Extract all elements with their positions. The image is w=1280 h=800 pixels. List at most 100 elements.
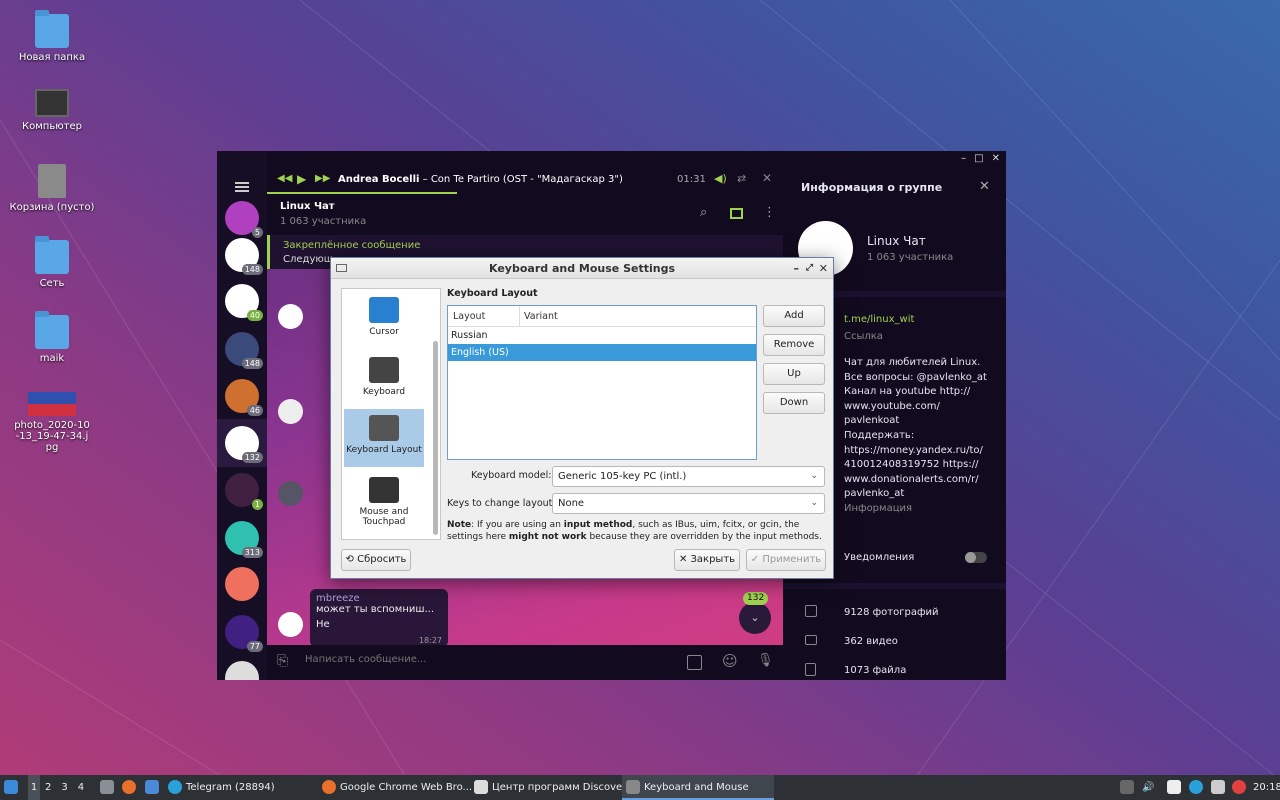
emoji-icon[interactable]: ☺ <box>722 652 738 670</box>
close-icon[interactable]: ✕ <box>819 258 828 279</box>
task-telegram[interactable]: Telegram (28894) <box>168 775 275 800</box>
chat-avatar[interactable]: 40 <box>225 284 263 321</box>
chat-avatar[interactable]: 148 <box>225 238 263 275</box>
keyboard-model-select[interactable]: Generic 105-key PC (intl.) ⌄ <box>552 466 825 487</box>
task-keyboard-settings[interactable]: Keyboard and Mouse Sett... <box>622 775 774 800</box>
commands-icon[interactable] <box>687 655 702 670</box>
close-icon[interactable]: ✕ <box>992 153 1000 164</box>
workspace-3[interactable]: 3 <box>61 782 67 793</box>
task-label: Telegram (28894) <box>186 782 275 793</box>
up-button[interactable]: Up <box>763 363 825 385</box>
media-files[interactable]: 1073 файла <box>844 665 906 676</box>
reset-label: Сбросить <box>357 554 407 565</box>
search-icon[interactable]: ⌕ <box>700 205 707 220</box>
column-header-layout[interactable]: Layout <box>453 306 485 327</box>
minimize-icon[interactable]: – <box>961 153 966 164</box>
tray-telegram-icon[interactable] <box>1189 775 1207 800</box>
user-avatar[interactable] <box>278 481 303 506</box>
message-time: 18:27 <box>418 636 442 645</box>
chat-avatar[interactable]: 148 <box>225 332 263 369</box>
desktop-icon-photo[interactable]: photo_2020-10-13_19-47-34.jpg <box>8 392 96 453</box>
description-line: Канал на youtube http:// <box>844 386 971 398</box>
chat-avatar[interactable]: 5 <box>225 201 263 238</box>
tray-notes-icon[interactable] <box>1167 775 1185 800</box>
chat-avatar[interactable]: 313 <box>225 521 263 558</box>
divider <box>783 583 1006 589</box>
description-label: Информация <box>844 503 913 514</box>
apply-button[interactable]: ✓ Применить <box>746 549 826 571</box>
tray-display-icon[interactable] <box>1211 775 1229 800</box>
reset-button[interactable]: ⟲ Сбросить <box>341 549 411 571</box>
add-button[interactable]: Add <box>763 305 825 327</box>
workspace-2[interactable]: 2 <box>45 782 51 793</box>
window-menu-icon[interactable] <box>336 264 347 272</box>
desktop-icon-home[interactable]: maik <box>8 311 96 364</box>
chat-avatar[interactable]: 77 <box>225 615 263 652</box>
media-photos[interactable]: 9128 фотографий <box>844 607 939 618</box>
message-bubble[interactable]: mbreeze может ты вспомниш... Не 18:27 <box>310 589 448 647</box>
tray-volume-icon[interactable]: 🔊 <box>1142 775 1154 800</box>
message-input[interactable] <box>305 654 635 665</box>
table-row[interactable]: Russian <box>448 327 756 344</box>
close-info-icon[interactable]: ✕ <box>979 179 990 194</box>
chat-avatar-linux[interactable]: 132 <box>225 426 263 463</box>
maximize-icon[interactable]: □ <box>974 153 983 164</box>
microphone-icon[interactable]: 🎙 <box>757 653 774 668</box>
player-progress[interactable] <box>267 192 457 194</box>
play-icon[interactable]: ▶ <box>297 172 306 186</box>
minimize-icon[interactable]: – <box>794 258 800 279</box>
close-button[interactable]: ✕ Закрыть <box>674 549 740 571</box>
start-menu-button[interactable] <box>4 775 22 800</box>
attach-icon[interactable]: ⎘ <box>277 653 288 669</box>
dialog-titlebar[interactable]: Keyboard and Mouse Settings – ⤢ ✕ <box>331 258 833 279</box>
scroll-down-button[interactable]: ⌄ <box>739 602 771 634</box>
launcher-firefox[interactable] <box>122 775 140 800</box>
launcher-chat[interactable] <box>145 775 163 800</box>
workspace-1[interactable]: 1 <box>28 775 40 800</box>
table-row-selected[interactable]: English (US) <box>448 344 756 361</box>
user-avatar[interactable] <box>278 612 303 637</box>
keyboard-model-label: Keyboard model: <box>471 470 552 481</box>
down-button[interactable]: Down <box>763 392 825 414</box>
track-time: 01:31 <box>677 174 706 185</box>
tray-updates-icon[interactable] <box>1120 775 1138 800</box>
user-avatar[interactable] <box>278 399 303 424</box>
chat-avatar[interactable] <box>225 567 259 601</box>
remove-button[interactable]: Remove <box>763 334 825 356</box>
task-discover[interactable]: Центр программ Discover <box>474 775 626 800</box>
group-link[interactable]: t.me/linux_wit <box>844 314 914 325</box>
chat-avatar[interactable] <box>225 661 259 680</box>
notifications-toggle[interactable] <box>965 552 987 563</box>
column-header-variant[interactable]: Variant <box>524 306 558 327</box>
maximize-icon[interactable]: ⤢ <box>806 258 813 279</box>
next-icon[interactable]: ▶▶ <box>315 173 330 184</box>
desktop-icon-network[interactable]: Сеть <box>8 236 96 289</box>
category-keyboard[interactable]: Keyboard <box>344 351 424 409</box>
desktop-icon-new-folder[interactable]: Новая папка <box>8 10 96 63</box>
menu-icon[interactable] <box>235 182 249 192</box>
chat-avatar[interactable]: 1 <box>225 473 263 510</box>
category-scrollbar[interactable] <box>433 341 438 535</box>
launcher-files[interactable] <box>100 775 118 800</box>
workspace-4[interactable]: 4 <box>78 782 84 793</box>
volume-icon[interactable]: ◀) <box>714 172 727 185</box>
repeat-icon[interactable]: ⇄ <box>737 172 746 185</box>
desktop-icon-trash[interactable]: Корзина (пусто) <box>8 164 96 213</box>
user-avatar[interactable] <box>278 304 303 329</box>
clock[interactable]: 20:18 <box>1253 775 1280 800</box>
task-chrome-store[interactable]: Google Chrome Web Bro... <box>322 775 472 800</box>
firefox-icon <box>122 780 136 794</box>
close-player-icon[interactable]: ✕ <box>762 171 772 185</box>
category-keyboard-layout[interactable]: Keyboard Layout <box>344 409 424 467</box>
media-videos[interactable]: 362 видео <box>844 636 898 647</box>
previous-icon[interactable]: ◀◀ <box>277 173 292 184</box>
desktop-icon-computer[interactable]: Компьютер <box>8 89 96 132</box>
category-mouse-touchpad[interactable]: Mouse and Touchpad <box>344 471 424 537</box>
more-icon[interactable]: ⋮ <box>763 205 776 220</box>
tray-browser-icon[interactable] <box>1232 775 1250 800</box>
keys-change-layout-select[interactable]: None ⌄ <box>552 493 825 514</box>
sidebar-toggle-icon[interactable] <box>730 208 743 219</box>
category-cursor[interactable]: Cursor <box>344 291 424 349</box>
check-icon: ✓ <box>750 554 763 565</box>
chat-avatar[interactable]: 46 <box>225 379 263 416</box>
